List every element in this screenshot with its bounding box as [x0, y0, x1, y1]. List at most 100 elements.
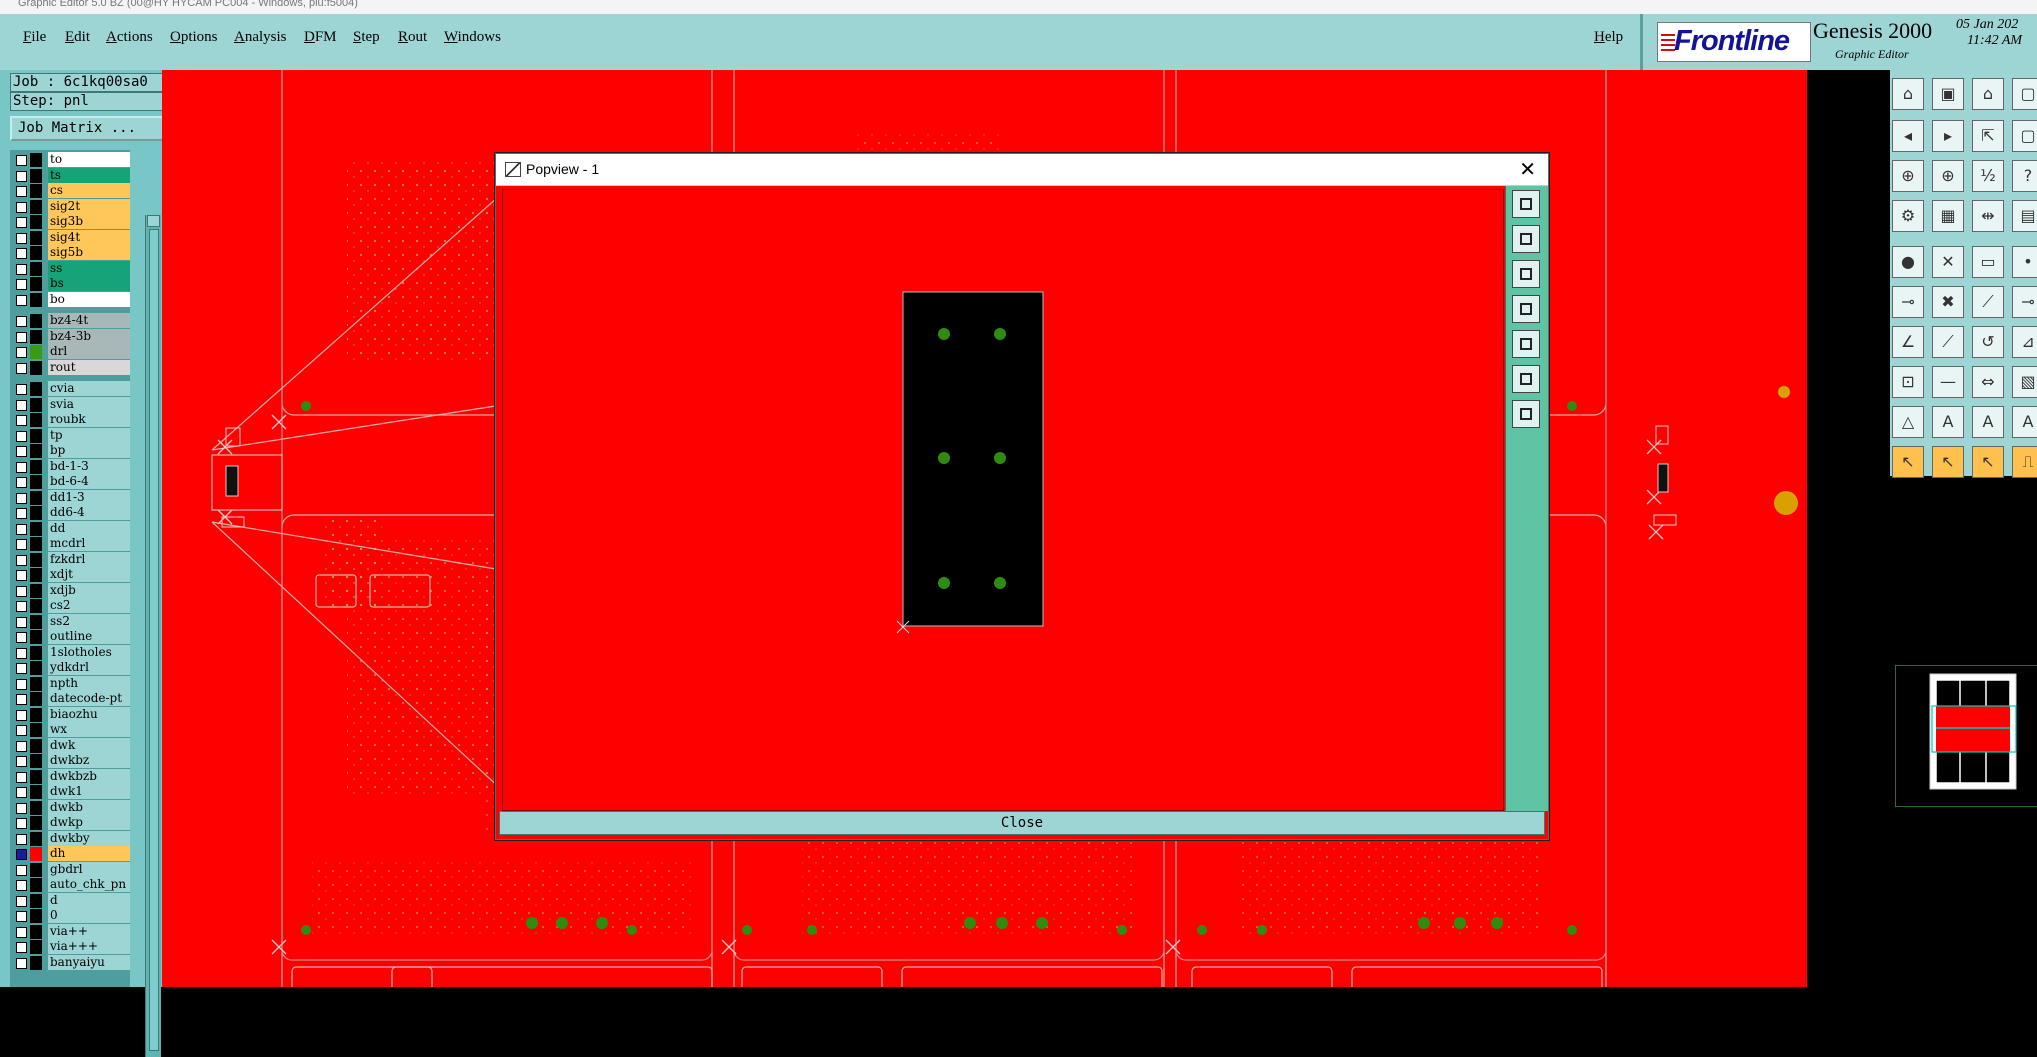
layer-checkbox[interactable] [16, 647, 27, 659]
layer-checkbox[interactable] [16, 833, 27, 845]
layer-checkbox[interactable] [16, 248, 27, 259]
layer-checkbox[interactable] [16, 756, 27, 767]
layer-name[interactable]: d [48, 892, 130, 908]
hatch-icon[interactable]: ▧ [2012, 366, 2037, 398]
layer-name[interactable]: dh [48, 846, 130, 861]
layer-row-svia[interactable]: svia [10, 396, 130, 413]
layer-checkbox[interactable] [16, 539, 27, 550]
layer-color-swatch[interactable] [30, 847, 42, 861]
layer-name[interactable]: ydkdrl [48, 660, 130, 675]
layer-row-dd[interactable]: dd [10, 520, 130, 537]
layer-checkbox[interactable] [16, 217, 27, 228]
layer-name[interactable]: ss2 [48, 613, 130, 629]
layer-color-swatch[interactable] [30, 184, 42, 198]
layer-checkbox[interactable] [16, 347, 27, 358]
layer-color-swatch[interactable] [30, 506, 42, 520]
layer-checkbox[interactable] [16, 294, 27, 306]
text-outline-icon[interactable]: A [2012, 406, 2037, 438]
layer-row-biaozhu[interactable]: biaozhu [10, 706, 130, 723]
layer-checkbox[interactable] [16, 911, 27, 922]
layer-checkbox[interactable] [16, 957, 27, 969]
layer-name[interactable]: xdjb [48, 582, 130, 598]
menu-options[interactable]: Options [170, 29, 218, 46]
layer-color-swatch[interactable] [30, 215, 42, 229]
layer-name[interactable]: bo [48, 291, 130, 307]
layer-name[interactable]: to [48, 152, 130, 167]
layer-row-sig4t[interactable]: sig4t [10, 229, 130, 246]
pv-zoom-home-icon[interactable] [1512, 190, 1540, 218]
layer-color-swatch[interactable] [30, 862, 42, 877]
layer-color-swatch[interactable] [30, 878, 42, 892]
layer-row-dwk1[interactable]: dwk1 [10, 784, 130, 800]
layer-name[interactable]: datecode-pt [48, 691, 130, 706]
layer-color-swatch[interactable] [30, 568, 42, 582]
layer-color-swatch[interactable] [30, 329, 42, 344]
layer-row-0[interactable]: 0 [10, 908, 130, 924]
layer-row-gbdrl[interactable]: gbdrl [10, 861, 130, 878]
layer-color-swatch[interactable] [30, 199, 42, 214]
layer-color-swatch[interactable] [30, 277, 42, 291]
layer-name[interactable]: dwkb [48, 799, 130, 815]
layer-row-dwkbzb[interactable]: dwkbzb [10, 768, 130, 785]
layer-name[interactable]: sig4t [48, 229, 130, 245]
layer-color-swatch[interactable] [30, 614, 42, 629]
panel-icon[interactable]: ⚙ [1892, 200, 1924, 232]
layer-name[interactable]: cvia [48, 381, 130, 396]
layer-color-swatch[interactable] [30, 816, 42, 830]
menu-windows[interactable]: Windows [444, 29, 501, 46]
layer-name[interactable]: xdjt [48, 567, 130, 582]
fuse-icon[interactable]: ⇔ [1972, 366, 2004, 398]
layer-row-datecode-pt[interactable]: datecode-pt [10, 691, 130, 707]
layer-row-wx[interactable]: wx [10, 722, 130, 738]
layer-checkbox[interactable] [16, 415, 27, 426]
layer-row-bz4-4t[interactable]: bz4-4t [10, 313, 130, 329]
layer-color-swatch[interactable] [30, 940, 42, 954]
layer-color-swatch[interactable] [30, 314, 42, 328]
grid-icon[interactable]: ▦ [1932, 200, 1964, 232]
layer-row-d[interactable]: d [10, 892, 130, 909]
menu-actions[interactable]: Actions [106, 29, 153, 46]
close-icon[interactable]: ✕ [1519, 157, 1536, 181]
layer-color-swatch[interactable] [30, 707, 42, 722]
layer-row-outline[interactable]: outline [10, 629, 130, 645]
layer-name[interactable]: tp [48, 427, 130, 443]
layer-checkbox[interactable] [16, 331, 27, 343]
layer-name[interactable]: biaozhu [48, 706, 130, 722]
layer-row-via+++[interactable]: via+++ [10, 939, 130, 955]
zoom-forward-icon[interactable]: ▸ [1932, 120, 1964, 152]
snap-intersect-icon[interactable]: ✕ [1932, 246, 1964, 278]
add-line-icon[interactable]: ⊸ [1892, 286, 1924, 318]
layer-color-swatch[interactable] [30, 475, 42, 489]
close-button[interactable]: Close [499, 811, 1545, 835]
layer-checkbox[interactable] [16, 849, 27, 860]
layer-color-swatch[interactable] [30, 428, 42, 443]
scroll-up-arrow-icon[interactable] [147, 215, 160, 227]
layer-name[interactable]: outline [48, 629, 130, 644]
layer-row-bd-6-4[interactable]: bd-6-4 [10, 474, 130, 490]
frame2-icon[interactable]: ▢ [2012, 120, 2037, 152]
layer-name[interactable]: dwkbzb [48, 768, 130, 784]
menu-edit[interactable]: Edit [65, 29, 90, 46]
layer-color-swatch[interactable] [30, 382, 42, 396]
help-icon[interactable]: ? [2012, 160, 2037, 192]
layer-name[interactable]: gbdrl [48, 861, 130, 877]
layer-row-xdjt[interactable]: xdjt [10, 567, 130, 583]
layer-row-dd1-3[interactable]: dd1-3 [10, 489, 130, 506]
layer-color-swatch[interactable] [30, 292, 42, 307]
layer-checkbox[interactable] [16, 155, 27, 166]
layer-row-mcdrl[interactable]: mcdrl [10, 536, 130, 552]
layer-row-bz4-3b[interactable]: bz4-3b [10, 328, 130, 345]
layer-row-bo[interactable]: bo [10, 291, 130, 308]
layer-color-swatch[interactable] [30, 153, 42, 167]
pv-pan-left-icon[interactable] [1512, 295, 1540, 323]
layer-color-swatch[interactable] [30, 444, 42, 458]
layer-row-ydkdrl[interactable]: ydkdrl [10, 660, 130, 676]
layer-checkbox[interactable] [16, 709, 27, 721]
layer-checkbox[interactable] [16, 740, 27, 752]
select-alt-icon[interactable]: ↖ [1932, 446, 1964, 478]
layer-row-npth[interactable]: npth [10, 675, 130, 692]
layer-checkbox[interactable] [16, 570, 27, 581]
layer-row-dwkby[interactable]: dwkby [10, 830, 130, 847]
layer-color-swatch[interactable] [30, 955, 42, 970]
layer-name[interactable]: sig2t [48, 198, 130, 214]
